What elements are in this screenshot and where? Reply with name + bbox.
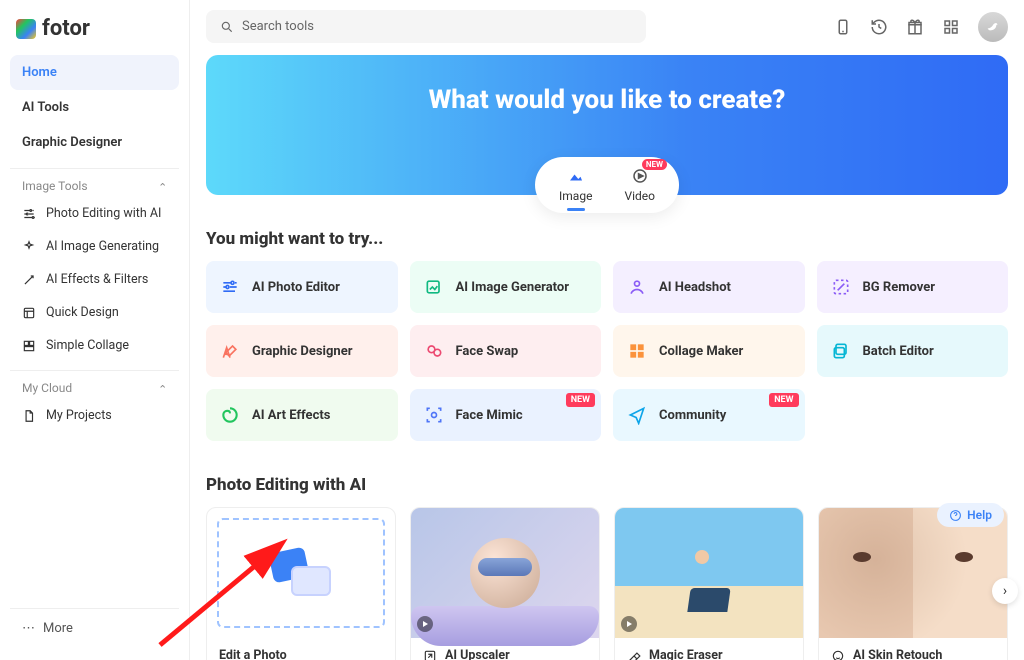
search-input[interactable]: Search tools <box>206 10 646 43</box>
sparkle-icon <box>22 240 36 254</box>
section-label: Image Tools <box>22 179 88 193</box>
thumb-upscaler <box>411 508 599 638</box>
eraser-icon <box>627 649 641 660</box>
try-section-title: You might want to try... <box>206 229 1008 249</box>
document-icon <box>22 409 36 423</box>
face-scan-icon <box>424 405 444 425</box>
sliders-icon <box>22 207 36 221</box>
card-ai-art-effects[interactable]: AI Art Effects <box>206 389 398 441</box>
collage-icon <box>22 339 36 353</box>
grid-icon <box>627 341 647 361</box>
design-icon <box>22 306 36 320</box>
card-batch-editor[interactable]: Batch Editor <box>817 325 1009 377</box>
mobile-icon[interactable] <box>834 18 852 36</box>
apps-grid-icon[interactable] <box>942 18 960 36</box>
hero-tab-image[interactable]: Image <box>559 167 592 203</box>
help-icon <box>949 509 962 522</box>
sidebar-item-quick-design[interactable]: Quick Design <box>10 296 179 329</box>
face-swap-icon <box>424 341 444 361</box>
new-badge: NEW <box>769 393 798 407</box>
upscale-icon <box>423 649 437 660</box>
search-icon <box>220 20 234 34</box>
card-face-swap[interactable]: Face Swap <box>410 325 602 377</box>
nav-graphic-designer[interactable]: Graphic Designer <box>10 125 179 160</box>
topbar: Search tools <box>206 0 1008 53</box>
chevron-up-icon: ⌄ <box>158 382 167 395</box>
swirl-icon <box>220 405 240 425</box>
thumb-edit-photo <box>217 518 385 628</box>
feature-card-ai-upscaler[interactable]: AI Upscaler <box>410 507 600 660</box>
editing-section-title: Photo Editing with AI <box>206 475 1008 495</box>
face-icon <box>831 649 845 660</box>
image-icon <box>567 167 585 185</box>
card-graphic-designer[interactable]: Graphic Designer <box>206 325 398 377</box>
pencil-ruler-icon <box>220 341 240 361</box>
new-badge: NEW <box>566 393 595 407</box>
play-icon <box>621 616 637 632</box>
history-icon[interactable] <box>870 18 888 36</box>
gift-icon[interactable] <box>906 18 924 36</box>
feature-card-magic-eraser[interactable]: Magic Eraser <box>614 507 804 660</box>
send-icon <box>627 405 647 425</box>
section-label: My Cloud <box>22 381 72 395</box>
person-icon <box>627 277 647 297</box>
main-content: Search tools What would you like to crea… <box>190 0 1024 660</box>
sidebar: fotor Home AI Tools Graphic Designer Ima… <box>0 0 190 660</box>
upload-photos-icon <box>271 550 331 596</box>
logo-icon <box>16 19 36 39</box>
try-grid: AI Photo Editor AI Image Generator AI He… <box>206 261 1008 441</box>
hero-headline: What would you like to create? <box>206 55 1008 115</box>
chevron-up-icon: ⌄ <box>158 180 167 193</box>
carousel-next-button[interactable]: › <box>992 578 1018 604</box>
card-bg-remover[interactable]: BG Remover <box>817 261 1009 313</box>
card-collage-maker[interactable]: Collage Maker <box>613 325 805 377</box>
help-button[interactable]: Help <box>937 503 1004 527</box>
play-icon <box>417 616 433 632</box>
ellipsis-icon: ⋯ <box>22 621 35 636</box>
sidebar-more[interactable]: ⋯ More <box>10 608 179 648</box>
logo[interactable]: fotor <box>10 12 179 55</box>
editing-row: Help Edit a Photo AI Upscaler <box>206 507 1008 660</box>
scissors-icon <box>831 277 851 297</box>
hero-banner: What would you like to create? Image NEW… <box>206 55 1008 195</box>
thumb-eraser <box>615 508 803 638</box>
bird-icon <box>985 19 1001 35</box>
feature-card-edit-photo[interactable]: Edit a Photo <box>206 507 396 660</box>
card-face-mimic[interactable]: NEWFace Mimic <box>410 389 602 441</box>
card-community[interactable]: NEWCommunity <box>613 389 805 441</box>
feature-card-ai-skin-retouch[interactable]: AI Skin Retouch <box>818 507 1008 660</box>
logo-text: fotor <box>42 16 90 41</box>
sidebar-item-photo-editing-ai[interactable]: Photo Editing with AI <box>10 197 179 230</box>
sidebar-item-ai-effects-filters[interactable]: AI Effects & Filters <box>10 263 179 296</box>
sidebar-section-my-cloud[interactable]: My Cloud ⌄ <box>10 370 179 399</box>
avatar[interactable] <box>978 12 1008 42</box>
search-placeholder: Search tools <box>242 19 314 34</box>
wand-icon <box>22 273 36 287</box>
sidebar-section-image-tools[interactable]: Image Tools ⌄ <box>10 168 179 197</box>
card-ai-image-generator[interactable]: AI Image Generator <box>410 261 602 313</box>
stack-icon <box>831 341 851 361</box>
sidebar-item-my-projects[interactable]: My Projects <box>10 399 179 432</box>
sidebar-item-ai-image-generating[interactable]: AI Image Generating <box>10 230 179 263</box>
hero-tab-video[interactable]: NEW Video <box>624 167 655 203</box>
nav-ai-tools[interactable]: AI Tools <box>10 90 179 125</box>
image-plus-icon <box>424 277 444 297</box>
thumb-skin <box>819 508 1007 638</box>
topbar-actions <box>834 12 1008 42</box>
new-badge: NEW <box>642 159 667 170</box>
nav-home[interactable]: Home <box>10 55 179 90</box>
card-ai-photo-editor[interactable]: AI Photo Editor <box>206 261 398 313</box>
hero-tabs: Image NEW Video <box>535 157 679 213</box>
sliders-icon <box>220 277 240 297</box>
sidebar-item-simple-collage[interactable]: Simple Collage <box>10 329 179 362</box>
card-ai-headshot[interactable]: AI Headshot <box>613 261 805 313</box>
